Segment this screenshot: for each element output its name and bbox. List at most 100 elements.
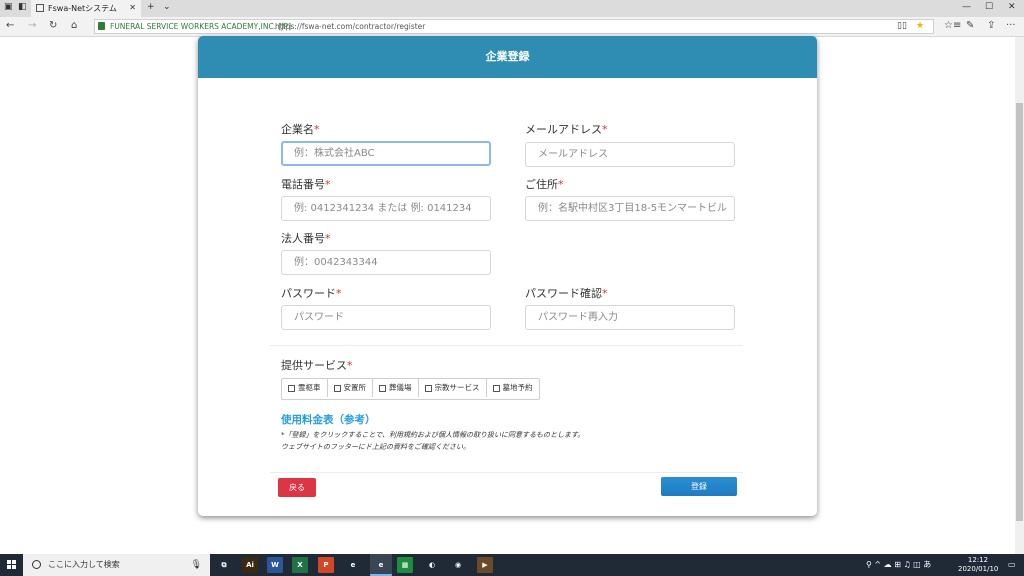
address-bar[interactable]: FUNERAL SERVICE WORKERS ACADEMY,INC. [JP… bbox=[94, 19, 934, 34]
taskbar-search[interactable]: ここに入力して検索 🎙 bbox=[23, 554, 210, 576]
password-confirm-label-text: パスワード確認 bbox=[525, 287, 602, 300]
tab-actions-icon[interactable]: ▣ bbox=[4, 2, 13, 12]
taskbar-sheets-icon[interactable]: ▦ bbox=[397, 557, 413, 573]
service-option-label: 墓地予約 bbox=[502, 383, 533, 392]
taskbar-powerpoint-icon[interactable]: P bbox=[318, 557, 334, 573]
required-mark: * bbox=[336, 287, 342, 300]
address-input[interactable]: 例：名駅中村区3丁目18-5モンマートビル bbox=[525, 196, 735, 221]
service-option-label: 葬儀場 bbox=[389, 383, 412, 392]
window-close-button[interactable]: ✕ bbox=[1008, 2, 1016, 12]
address-label: ご住所* bbox=[525, 176, 564, 192]
address-label-text: ご住所 bbox=[525, 178, 558, 191]
search-placeholder: ここに入力して検索 bbox=[48, 560, 120, 569]
services-label-text: 提供サービス bbox=[281, 359, 347, 372]
maximize-button[interactable]: ☐ bbox=[985, 2, 993, 12]
service-option-label: 宗教サービス bbox=[434, 383, 480, 392]
windows-logo-icon bbox=[7, 560, 16, 569]
required-mark: * bbox=[558, 178, 564, 191]
scrollbar-thumb[interactable] bbox=[1016, 103, 1023, 521]
required-mark: * bbox=[314, 123, 320, 136]
taskbar-task-view-icon[interactable]: ⧉ bbox=[216, 557, 232, 573]
services-label: 提供サービス* bbox=[281, 357, 353, 373]
required-mark: * bbox=[325, 178, 331, 191]
home-icon[interactable]: ⌂ bbox=[71, 20, 77, 31]
corp-number-label: 法人番号* bbox=[281, 230, 331, 246]
notes-icon[interactable]: ✎ bbox=[966, 20, 974, 31]
service-option-hearse[interactable]: 霊柩車 bbox=[282, 379, 328, 397]
checkbox[interactable] bbox=[379, 384, 386, 392]
required-mark: * bbox=[602, 287, 608, 300]
services-checkbox-group: 霊柩車 安置所 葬儀場 宗教サービス 墓地予約 bbox=[281, 378, 540, 400]
share-icon[interactable]: ⇪ bbox=[987, 20, 995, 31]
taskbar-word-icon[interactable]: W bbox=[267, 557, 283, 573]
service-option-mortuary[interactable]: 安置所 bbox=[328, 379, 373, 397]
phone-input[interactable]: 例: 0412341234 または 例: 0141234 bbox=[281, 196, 491, 221]
taskbar-illustrator-icon[interactable]: Ai bbox=[242, 557, 258, 573]
back-button[interactable]: 戻る bbox=[278, 478, 316, 497]
phone-label: 電話番号* bbox=[281, 176, 331, 192]
corp-number-input[interactable]: 例：0042343344 bbox=[281, 250, 491, 275]
register-button[interactable]: 登録 bbox=[661, 477, 737, 496]
fee-table-link[interactable]: 使用料金表（参考） bbox=[281, 412, 376, 427]
required-mark: * bbox=[325, 232, 331, 245]
checkbox[interactable] bbox=[333, 384, 341, 392]
reading-view-icon[interactable]: ▯▯ bbox=[897, 20, 907, 33]
card-header: 企業登録 bbox=[198, 36, 817, 78]
back-icon[interactable]: ← bbox=[6, 20, 14, 31]
refresh-icon[interactable]: ↻ bbox=[49, 20, 57, 31]
checkbox[interactable] bbox=[492, 384, 500, 392]
email-input[interactable]: メールアドレス bbox=[525, 142, 735, 167]
required-mark: * bbox=[347, 359, 353, 372]
footer-divider bbox=[270, 472, 743, 473]
clock-time: 12:12 bbox=[967, 556, 989, 564]
microphone-icon[interactable]: 🎙 bbox=[191, 554, 202, 576]
company-name-label-text: 企業名 bbox=[281, 123, 314, 136]
page-icon bbox=[36, 4, 44, 12]
minimize-button[interactable]: — bbox=[962, 2, 971, 12]
tab-close-icon[interactable]: ✕ bbox=[129, 3, 136, 12]
taskbar-photos-icon[interactable]: ◐ bbox=[424, 557, 440, 573]
windows-taskbar: ここに入力して検索 🎙 ⧉ Ai W X Pe e ▦ ◐ ◉ ▶ ⚲ ^ ☁ ⊞ ♫ ◫ あ 1… bbox=[0, 554, 1024, 576]
terms-note: *「登録」をクリックすることで、利用規約および個人情報の取り扱いに同意するものと… bbox=[281, 431, 585, 439]
service-option-label: 霊柩車 bbox=[298, 383, 321, 392]
taskbar-edge-icon[interactable]: e bbox=[370, 554, 392, 576]
company-name-input[interactable]: 例：株式会社ABC bbox=[281, 141, 491, 166]
new-tab-button[interactable]: + bbox=[147, 2, 155, 12]
password-confirm-input[interactable]: パスワード再入力 bbox=[525, 305, 735, 330]
required-mark: * bbox=[602, 123, 608, 136]
certificate-name[interactable]: FUNERAL SERVICE WORKERS ACADEMY,INC. [JP… bbox=[110, 20, 291, 33]
password-confirm-label: パスワード確認* bbox=[525, 285, 608, 301]
password-input[interactable]: パスワード bbox=[281, 305, 491, 330]
url-text[interactable]: https://fswa-net.com/contractor/register bbox=[275, 20, 425, 33]
favorites-list-icon[interactable]: ☆≡ bbox=[944, 20, 961, 31]
company-name-label: 企業名* bbox=[281, 121, 320, 137]
taskbar-chrome-icon[interactable]: ◉ bbox=[450, 557, 466, 573]
checkbox[interactable] bbox=[424, 384, 432, 392]
taskbar-excel-icon[interactable]: X bbox=[292, 557, 308, 573]
forward-icon[interactable]: → bbox=[28, 20, 36, 31]
email-label: メールアドレス* bbox=[525, 121, 608, 137]
clock[interactable]: 12:12 2020/01/10 bbox=[958, 556, 998, 574]
tab-title: Fswa-Netシステム bbox=[48, 4, 117, 13]
start-button[interactable] bbox=[0, 554, 22, 576]
service-option-cemetery[interactable]: 墓地予約 bbox=[487, 379, 539, 397]
email-label-text: メールアドレス bbox=[525, 123, 602, 136]
clock-date: 2020/01/10 bbox=[958, 565, 999, 573]
tab-preview-icon[interactable]: ◧ bbox=[18, 2, 27, 12]
phone-label-text: 電話番号 bbox=[281, 178, 325, 191]
browser-tab-bar: ▣ ◧ Fswa-Netシステム ✕ + ⌄ — ☐ ✕ bbox=[0, 0, 1024, 17]
footer-note: ウェブサイトのフッターにド上記の資料をご確認ください。 bbox=[281, 443, 470, 451]
browser-tab[interactable]: Fswa-Netシステム ✕ bbox=[31, 0, 141, 17]
taskbar-media-icon[interactable]: ▶ bbox=[477, 557, 493, 573]
checkbox[interactable] bbox=[288, 384, 295, 392]
tab-menu-icon[interactable]: ⌄ bbox=[163, 2, 171, 12]
service-option-label: 安置所 bbox=[343, 383, 367, 392]
cortana-icon bbox=[32, 560, 41, 569]
system-tray-icons[interactable]: ⚲ ^ ☁ ⊞ ♫ ◫ あ bbox=[866, 554, 931, 576]
service-option-religious[interactable]: 宗教サービス bbox=[419, 379, 487, 397]
taskbar-ie-icon[interactable]: e bbox=[345, 557, 361, 573]
service-option-funeral-hall[interactable]: 葬儀場 bbox=[373, 379, 419, 397]
notification-icon[interactable]: ▭ bbox=[1008, 554, 1016, 576]
favorite-star-icon[interactable]: ★ bbox=[916, 20, 924, 33]
more-icon[interactable]: ··· bbox=[1006, 20, 1016, 31]
